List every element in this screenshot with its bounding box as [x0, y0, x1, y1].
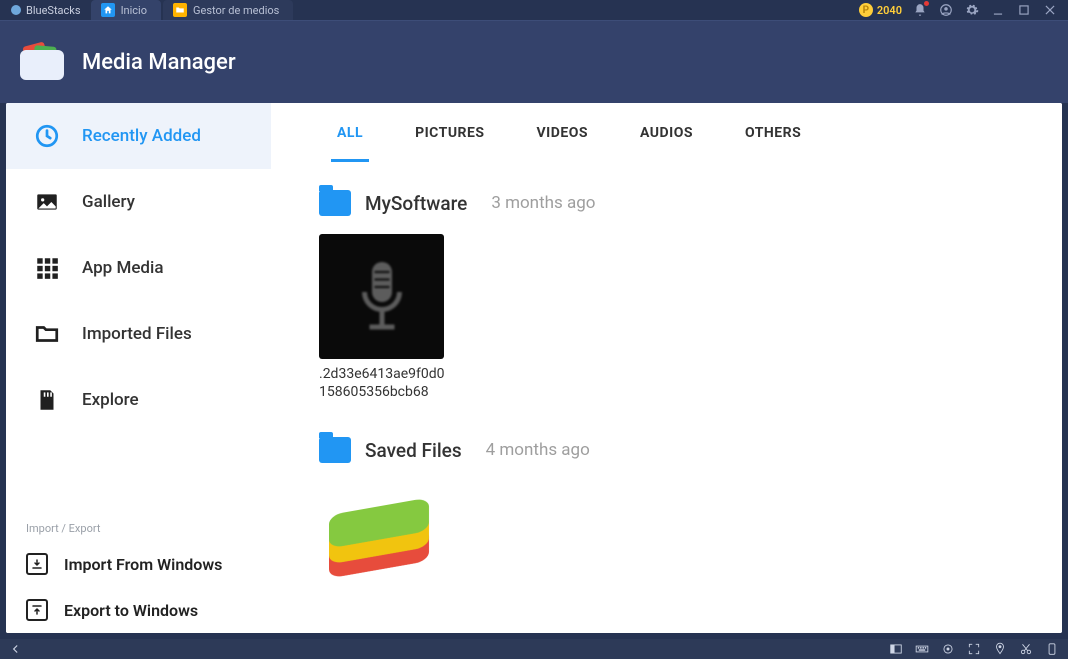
android-system-bar [0, 639, 1068, 659]
fullscreen-icon[interactable] [966, 641, 982, 657]
media-thumbnail [319, 234, 444, 359]
window-toolbar: P 2040 [849, 0, 1068, 20]
import-export-section-label: Import / Export [6, 516, 271, 541]
group-name: Saved Files [365, 439, 462, 462]
folder-icon [173, 3, 187, 17]
filter-tab-others[interactable]: OTHERS [739, 125, 807, 162]
content-area: ALL PICTURES VIDEOS AUDIOS OTHERS MySoft… [271, 103, 1062, 633]
thumb-row [319, 481, 1062, 585]
sidebar-item-explore[interactable]: Explore [6, 367, 271, 433]
sidebar-item-label: App Media [82, 258, 164, 278]
media-manager-logo [20, 44, 64, 80]
minimize-icon[interactable] [990, 2, 1006, 18]
app-header: Media Manager [0, 20, 1068, 103]
bluestacks-logo-icon [319, 485, 439, 585]
sidebar-item-label: Explore [82, 390, 139, 410]
window-tab-bar: BlueStacks Inicio Gestor de medios P 204… [0, 0, 1068, 20]
back-icon[interactable] [8, 641, 24, 657]
group-header[interactable]: MySoftware 3 months ago [319, 190, 1062, 216]
tab-inicio[interactable]: Inicio [91, 0, 161, 20]
clock-icon [34, 123, 60, 149]
thumb-row: .2d33e6413ae9f0d0158605356bcb68 [319, 234, 1062, 401]
notifications-icon[interactable] [912, 2, 928, 18]
tab-gestor-de-medios[interactable]: Gestor de medios [163, 0, 293, 20]
sd-card-icon [34, 387, 60, 413]
account-icon[interactable] [938, 2, 954, 18]
sidebar-item-imported-files[interactable]: Imported Files [6, 301, 271, 367]
points-display[interactable]: P 2040 [859, 3, 902, 17]
media-item[interactable] [319, 481, 449, 585]
settings-icon[interactable] [964, 2, 980, 18]
import-icon [26, 553, 48, 575]
media-filename: .2d33e6413ae9f0d0158605356bcb68 [319, 365, 449, 401]
location-icon[interactable] [992, 641, 1008, 657]
toggle-sidebar-icon[interactable] [888, 641, 904, 657]
group-header[interactable]: Saved Files 4 months ago [319, 437, 1062, 463]
sidebar-item-label: Imported Files [82, 324, 192, 344]
tab-label: Gestor de medios [193, 4, 279, 17]
grid-icon [34, 255, 60, 281]
group-name: MySoftware [365, 192, 467, 215]
group-time: 3 months ago [491, 193, 595, 213]
media-item[interactable]: .2d33e6413ae9f0d0158605356bcb68 [319, 234, 449, 401]
import-label: Import From Windows [64, 555, 222, 574]
filter-tabs: ALL PICTURES VIDEOS AUDIOS OTHERS [271, 103, 1062, 162]
sidebar-item-label: Recently Added [82, 126, 201, 146]
folder-icon [319, 437, 351, 463]
page-title: Media Manager [82, 50, 236, 75]
export-label: Export to Windows [64, 601, 198, 620]
home-icon [101, 3, 115, 17]
keyboard-icon[interactable] [914, 641, 930, 657]
brand-icon [10, 4, 22, 16]
brand-text: BlueStacks [26, 4, 81, 17]
image-icon [34, 189, 60, 215]
filter-tab-videos[interactable]: VIDEOS [531, 125, 595, 162]
close-icon[interactable] [1042, 2, 1058, 18]
media-group: MySoftware 3 months ago [271, 162, 1062, 409]
folder-icon [319, 190, 351, 216]
brand-label: BlueStacks [0, 0, 91, 20]
sidebar-item-label: Gallery [82, 192, 135, 212]
microphone-icon [352, 257, 412, 337]
sidebar: Recently Added Gallery App Media Importe… [6, 103, 271, 633]
target-icon[interactable] [940, 641, 956, 657]
sidebar-item-recently-added[interactable]: Recently Added [6, 103, 271, 169]
filter-tab-all[interactable]: ALL [331, 125, 369, 162]
maximize-icon[interactable] [1016, 2, 1032, 18]
sidebar-item-app-media[interactable]: App Media [6, 235, 271, 301]
export-to-windows-button[interactable]: Export to Windows [6, 587, 271, 633]
main-area: Recently Added Gallery App Media Importe… [6, 103, 1062, 633]
media-group: Saved Files 4 months ago [271, 409, 1062, 593]
coin-icon: P [859, 3, 873, 17]
cut-icon[interactable] [1018, 641, 1034, 657]
tab-label: Inicio [121, 4, 147, 17]
sidebar-item-gallery[interactable]: Gallery [6, 169, 271, 235]
filter-tab-audios[interactable]: AUDIOS [634, 125, 699, 162]
folder-outline-icon [34, 321, 60, 347]
rotate-icon[interactable] [1044, 641, 1060, 657]
points-value: 2040 [877, 4, 902, 17]
group-time: 4 months ago [486, 440, 590, 460]
filter-tab-pictures[interactable]: PICTURES [409, 125, 490, 162]
export-icon [26, 599, 48, 621]
import-from-windows-button[interactable]: Import From Windows [6, 541, 271, 587]
